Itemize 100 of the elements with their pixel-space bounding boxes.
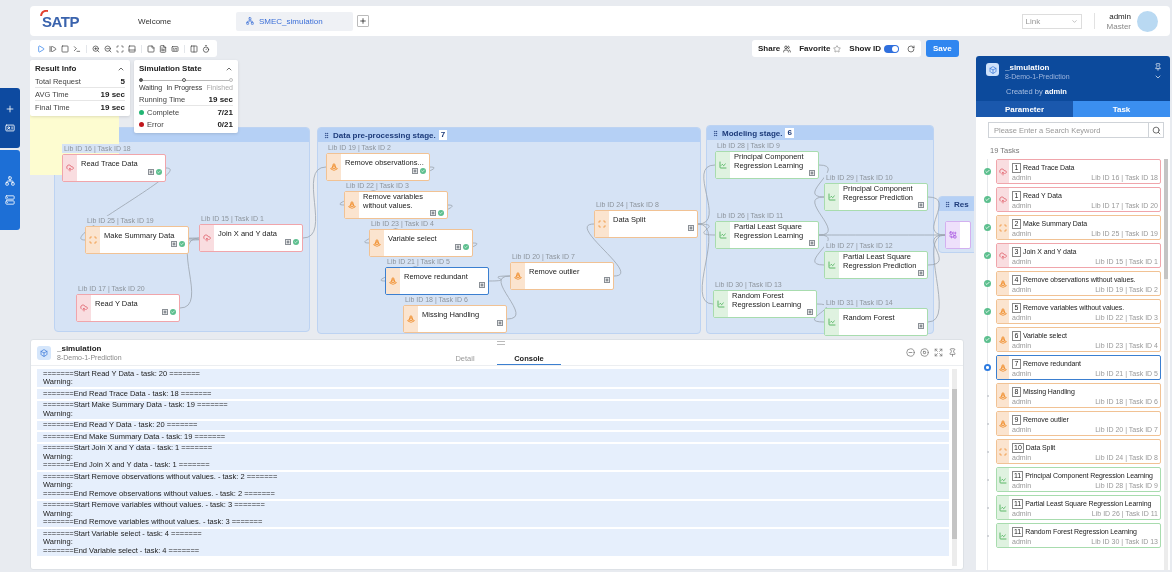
script-icon <box>171 241 177 248</box>
tab[interactable]: SMEC_simulation <box>236 11 353 31</box>
caption-icon[interactable] <box>171 44 179 53</box>
script-icon <box>809 240 815 247</box>
box-icon <box>986 63 999 76</box>
info-value: 19 sec <box>208 94 233 104</box>
script-icon <box>285 239 291 246</box>
stage-title: Data pre-processing stage. <box>333 130 436 140</box>
document-icon[interactable] <box>159 44 167 53</box>
corners-icon <box>999 447 1007 456</box>
stage-count: 7 <box>438 130 448 140</box>
chevron-down-icon <box>1070 17 1078 25</box>
cloud-upload-icon <box>999 167 1007 176</box>
merge-icon <box>949 231 957 239</box>
timer-icon[interactable] <box>202 44 210 53</box>
logo-text: SATP <box>42 12 79 30</box>
cone-icon <box>999 307 1007 316</box>
network-icon[interactable] <box>5 175 15 186</box>
tab[interactable]: Welcome <box>128 11 236 31</box>
script-icon <box>430 210 436 217</box>
project-title: _simulation <box>1005 63 1051 72</box>
plus-icon <box>359 17 367 25</box>
cone-icon <box>330 163 338 171</box>
save-button[interactable]: Save <box>925 40 959 57</box>
cloud-upload-icon <box>80 304 88 312</box>
cone-icon <box>999 335 1007 344</box>
stage-title: Res <box>954 199 969 209</box>
users-icon <box>783 44 792 53</box>
step-forward-icon[interactable] <box>49 44 57 53</box>
chart-line-icon <box>828 193 836 201</box>
logo-arc-icon <box>40 9 48 16</box>
favorite-button[interactable]: Favorite <box>799 44 842 53</box>
sticky-note-icon[interactable] <box>147 44 155 53</box>
flow-node[interactable] <box>945 221 971 249</box>
info-value: 0/21 <box>217 119 233 129</box>
play-icon[interactable] <box>37 44 45 53</box>
info-value: 5 <box>120 76 125 86</box>
cone-icon <box>389 277 397 285</box>
chart-line-icon <box>828 318 836 326</box>
zoom-in-icon[interactable] <box>92 44 100 53</box>
pin-icon[interactable] <box>948 348 957 357</box>
cone-icon <box>407 315 415 323</box>
cone-icon <box>373 239 381 247</box>
terminal-icon[interactable] <box>73 44 81 53</box>
corners-icon <box>999 223 1007 232</box>
grip-icon <box>944 200 951 208</box>
fit-screen-icon[interactable] <box>116 44 124 53</box>
cone-icon <box>514 272 522 280</box>
layout-icon[interactable] <box>128 44 136 53</box>
add-icon[interactable] <box>5 103 15 114</box>
script-icon <box>604 277 610 284</box>
cone-icon <box>999 363 1007 372</box>
stage-count: 6 <box>785 128 794 138</box>
chart-line-icon <box>719 231 727 239</box>
connector-line <box>586 223 622 277</box>
add-tab-button[interactable] <box>357 15 369 27</box>
panel-title: Simulation State <box>139 64 202 73</box>
user-name: admin <box>1109 11 1131 21</box>
pin-icon[interactable] <box>1154 63 1162 71</box>
cone-icon <box>348 201 356 209</box>
zoom-out-icon[interactable] <box>104 44 112 53</box>
server-icon[interactable] <box>5 194 15 205</box>
info-value: 19 sec <box>100 102 125 112</box>
script-icon <box>809 170 815 177</box>
expand-icon[interactable] <box>934 348 943 357</box>
chart-line-icon <box>999 503 1007 512</box>
cone-icon <box>999 279 1007 288</box>
chart-line-icon <box>828 261 836 269</box>
columns-icon[interactable] <box>190 44 198 53</box>
script-icon <box>412 168 418 175</box>
info-value: 7/21 <box>217 107 233 117</box>
box-icon <box>37 345 51 360</box>
grip-icon <box>712 129 719 137</box>
chart-line-icon <box>999 475 1007 484</box>
network-icon <box>246 17 254 25</box>
info-value: 19 sec <box>100 89 125 99</box>
console-title: _simulation <box>57 344 103 353</box>
stop-icon[interactable] <box>61 44 69 53</box>
script-icon <box>918 202 924 209</box>
drag-handle-icon[interactable] <box>497 341 505 345</box>
chevron-down-icon[interactable] <box>1154 73 1162 81</box>
chart-line-icon <box>717 300 725 308</box>
corners-icon <box>598 220 606 228</box>
script-icon <box>688 225 694 232</box>
share-button[interactable]: Share <box>758 44 792 53</box>
search-icon[interactable] <box>1148 122 1164 138</box>
show-id-toggle[interactable]: Show ID <box>849 44 899 53</box>
minimize-icon[interactable] <box>906 348 915 357</box>
panel-title: Result Info <box>35 64 77 73</box>
script-icon <box>162 309 168 316</box>
cloud-upload-icon <box>66 164 74 172</box>
stage-title: Modeling stage. <box>722 128 783 138</box>
script-icon <box>918 323 924 330</box>
user-role: Master <box>1106 21 1131 31</box>
id-card-icon[interactable] <box>5 122 15 133</box>
cone-icon <box>999 419 1007 428</box>
script-icon <box>497 320 503 327</box>
refresh-icon[interactable] <box>906 44 915 53</box>
star-icon <box>833 44 842 53</box>
stop-icon[interactable] <box>920 348 929 357</box>
